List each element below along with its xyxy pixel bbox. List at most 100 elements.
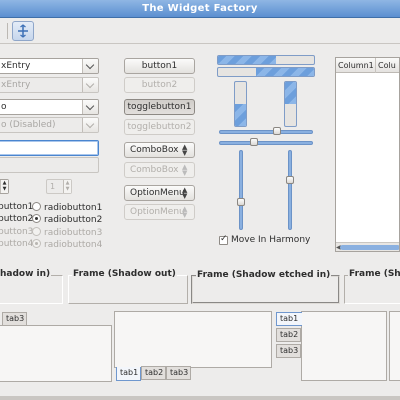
progress-bar-horizontal-1 — [217, 55, 315, 65]
toggle-button-2-disabled: togglebutton2 — [124, 119, 195, 135]
radiobutton-1-label: radiobutton1 — [44, 203, 103, 213]
progress-fill — [285, 82, 296, 104]
tab-3[interactable]: tab3 — [276, 344, 301, 358]
radio-button-4-disabled: button4 — [0, 239, 33, 249]
chevron-down-icon[interactable] — [82, 100, 98, 114]
spin-button-2-value: 1 — [50, 182, 56, 191]
toggle-button-1[interactable]: togglebutton1 — [124, 99, 195, 115]
move-icon — [18, 24, 28, 38]
radiobutton-4-label: radiobutton4 — [44, 240, 103, 250]
chevron-down-icon — [82, 118, 98, 132]
radiobutton-2[interactable]: radiobutton2 — [32, 214, 102, 225]
slider-vertical-1[interactable] — [239, 150, 243, 230]
radio-button-3-disabled: button3 — [0, 227, 33, 237]
option-menu-1[interactable]: OptionMenu ▲ ▼ — [124, 185, 195, 201]
combo-entry-2-disabled: xEntry — [0, 77, 99, 93]
slider-vertical-2[interactable] — [288, 150, 292, 230]
up-down-arrows-icon: ▲ ▼ — [182, 143, 188, 157]
frame-shadow-etched-in: Frame (Shadow etched in) — [191, 270, 340, 304]
spin-arrows-icon: ▲ ▼ — [63, 180, 71, 193]
radio-indicator[interactable] — [32, 214, 41, 223]
tab-3[interactable]: tab3 — [166, 366, 191, 380]
tree-view[interactable]: Column1 Colu ◀ — [335, 57, 400, 252]
frame-shadow-in: hadow in) — [0, 269, 63, 304]
combo-entry-4-disabled: o (Disabled) — [0, 117, 99, 133]
text-entry-disabled — [0, 157, 99, 173]
button-1[interactable]: button1 — [124, 58, 195, 74]
notebook-3-page — [301, 311, 387, 381]
option-menu-2-disabled: OptionMenu ▲ ▼ — [124, 204, 195, 220]
spin-arrows-icon[interactable]: ▲ ▼ — [0, 180, 8, 193]
text-entry-focused[interactable] — [0, 140, 99, 156]
up-down-arrows-icon: ▲ ▼ — [182, 205, 188, 219]
combo-entry-4-text: o (Disabled) — [1, 120, 56, 130]
progress-bar-horizontal-2 — [217, 67, 315, 77]
combo-box-2-disabled: ComboBox ▲ ▼ — [124, 162, 195, 178]
move-in-harmony-label: Move In Harmony — [231, 235, 311, 245]
column-header-1[interactable]: Column1 — [336, 58, 376, 73]
slider-knob[interactable] — [237, 198, 245, 206]
spin-button-2-disabled: 1 ▲ ▼ — [46, 179, 72, 194]
toolbar-toggle-button[interactable] — [12, 21, 34, 41]
tab-2[interactable]: tab2 — [276, 328, 301, 342]
notebook-2-page — [114, 311, 272, 368]
slider-knob[interactable] — [273, 127, 281, 135]
bottom-edge — [0, 396, 400, 400]
chevron-down-icon — [82, 78, 98, 92]
option-menu-1-label: OptionMenu — [130, 188, 185, 198]
frame-shadow-out: Frame (Shadow out) — [68, 269, 188, 304]
tab-3[interactable]: tab3 — [2, 312, 27, 326]
toolbar — [0, 18, 400, 44]
frame-shadow-cut: Frame (Sha — [344, 269, 400, 304]
spin-button-1[interactable]: ▲ ▼ — [0, 179, 9, 194]
up-down-arrows-icon: ▲ ▼ — [182, 186, 188, 200]
combo-entry-3[interactable]: o — [0, 99, 99, 115]
radio-button-1[interactable]: button1 — [0, 202, 33, 212]
progress-bar-vertical-1 — [234, 81, 247, 127]
combo-entry-2-text: xEntry — [1, 80, 31, 90]
frame-shadow-cut-label: Frame (Sha — [348, 269, 400, 279]
move-in-harmony-checkbox[interactable] — [219, 234, 228, 245]
column-header-2[interactable]: Colu — [376, 58, 399, 73]
radio-button-1-label: button1 — [0, 202, 34, 212]
combo-entry-1[interactable]: xEntry — [0, 58, 99, 74]
frame-shadow-in-label: hadow in) — [0, 269, 52, 279]
tab-1-active[interactable]: tab1 — [116, 367, 141, 381]
tab-2[interactable]: tab2 — [141, 366, 166, 380]
radio-indicator — [32, 239, 41, 248]
slider-horizontal-2[interactable] — [219, 141, 313, 145]
progress-fill — [218, 56, 276, 64]
combo-entry-3-text: o — [1, 102, 7, 112]
radio-button-3-label: button3 — [0, 227, 34, 237]
radio-button-4-label: button4 — [0, 239, 34, 249]
notebook-4-page — [389, 311, 400, 381]
slider-knob[interactable] — [250, 138, 258, 146]
up-down-arrows-icon: ▲ ▼ — [182, 163, 188, 177]
combo-box-1[interactable]: ComboBox ▲ ▼ — [124, 142, 195, 158]
tab-1-active[interactable]: tab1 — [276, 312, 302, 326]
radiobutton-1[interactable]: radiobutton1 — [32, 202, 102, 213]
progress-fill — [256, 68, 314, 76]
chevron-down-icon[interactable] — [82, 59, 98, 73]
window-title: The Widget Factory — [0, 0, 400, 18]
radio-indicator — [32, 227, 41, 236]
radio-button-2-label: button2 — [0, 214, 34, 224]
radio-button-2[interactable]: button2 — [0, 214, 33, 224]
combo-box-1-label: ComboBox — [130, 145, 179, 155]
radiobutton-3-label: radiobutton3 — [44, 228, 103, 238]
progress-bar-vertical-2 — [284, 81, 297, 127]
radiobutton-2-label: radiobutton2 — [44, 215, 103, 225]
horizontal-scrollbar[interactable]: ◀ — [336, 242, 399, 251]
frame-shadow-etched-in-label: Frame (Shadow etched in) — [196, 270, 332, 280]
slider-horizontal-1[interactable] — [219, 130, 313, 134]
slider-knob[interactable] — [286, 176, 294, 184]
button-2-disabled: button2 — [124, 77, 195, 93]
toolbar-separator — [7, 23, 8, 39]
radio-indicator[interactable] — [32, 202, 41, 211]
scrollbar-thumb[interactable] — [340, 245, 399, 250]
progress-fill — [235, 104, 246, 126]
combo-entry-1-text: xEntry — [1, 61, 31, 71]
tree-view-header: Column1 Colu — [336, 58, 399, 73]
radiobutton-4-disabled: radiobutton4 — [32, 239, 102, 250]
radiobutton-3-disabled: radiobutton3 — [32, 227, 102, 238]
